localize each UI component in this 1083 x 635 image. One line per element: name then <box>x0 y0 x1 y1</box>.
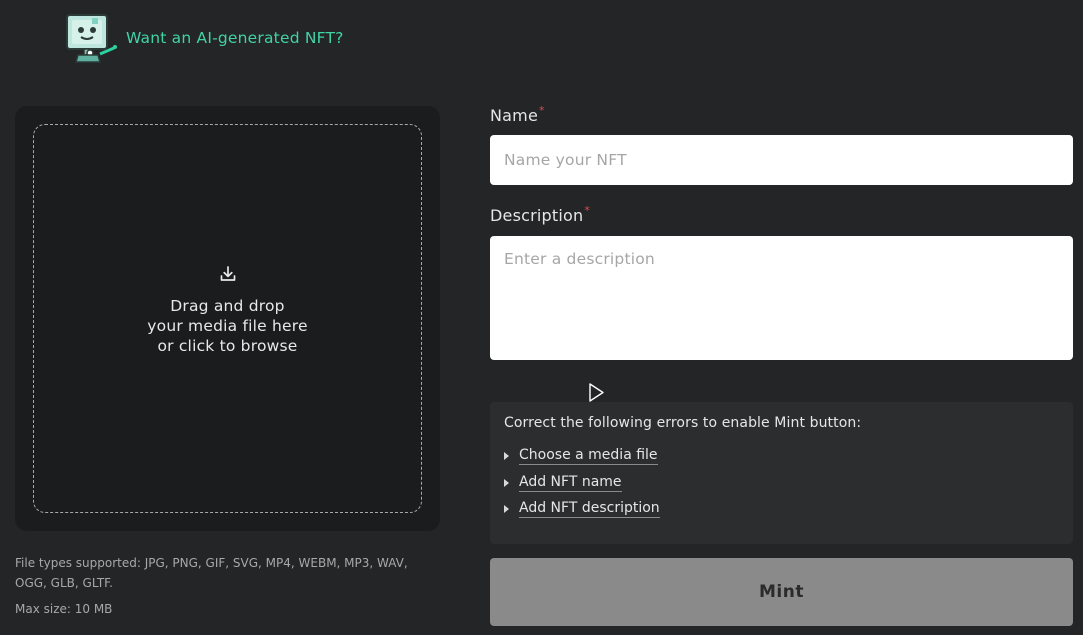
mint-button[interactable]: Mint <box>490 558 1073 626</box>
error-item-media: Choose a media file <box>504 443 1059 470</box>
caret-right-icon <box>504 505 509 514</box>
media-dropzone-panel: Drag and drop your media file here or cl… <box>15 106 440 531</box>
error-item-name: Add NFT name <box>504 470 1059 497</box>
name-label-text: Name <box>490 106 539 125</box>
required-marker: * <box>584 204 591 217</box>
errors-list: Choose a media file Add NFT name Add NFT… <box>504 443 1059 523</box>
max-size-info: Max size: 10 MB <box>15 602 113 616</box>
dropzone-line-2: your media file here <box>147 316 308 335</box>
file-types-info: File types supported: JPG, PNG, GIF, SVG… <box>15 556 408 590</box>
mint-errors-panel: Correct the following errors to enable M… <box>490 402 1073 544</box>
name-label: Name* <box>490 104 545 125</box>
robot-mascot-icon <box>66 14 117 63</box>
caret-right-icon <box>504 478 509 487</box>
description-label-text: Description <box>490 206 584 225</box>
media-dropzone[interactable]: Drag and drop your media file here or cl… <box>33 124 422 513</box>
dropzone-line-1: Drag and drop <box>170 296 285 315</box>
errors-title: Correct the following errors to enable M… <box>504 415 862 431</box>
mint-page: Want an AI-generated NFT? Drag and drop … <box>0 0 1083 635</box>
name-input[interactable] <box>490 135 1073 185</box>
error-item-description: Add NFT description <box>504 496 1059 523</box>
description-label: Description* <box>490 204 590 225</box>
add-name-link[interactable]: Add NFT name <box>519 474 622 492</box>
choose-media-link[interactable]: Choose a media file <box>519 447 658 466</box>
description-input[interactable] <box>490 236 1073 360</box>
download-icon <box>220 265 235 281</box>
dropzone-line-3: or click to browse <box>157 336 298 355</box>
mouse-pointer-icon <box>589 383 604 402</box>
required-marker: * <box>539 104 545 117</box>
banner-text[interactable]: Want an AI-generated NFT? <box>126 29 344 47</box>
caret-right-icon <box>504 452 509 461</box>
add-description-link[interactable]: Add NFT description <box>519 500 660 519</box>
ai-nft-banner[interactable]: Want an AI-generated NFT? <box>64 12 344 64</box>
